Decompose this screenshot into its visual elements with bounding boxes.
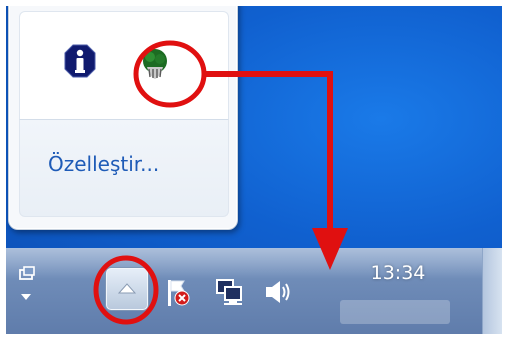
annotation-overlay — [93, 40, 348, 325]
annotation-arrow-line — [204, 71, 333, 238]
annotation-arrowhead — [312, 228, 348, 270]
highlight-circle-app-icon — [133, 40, 207, 108]
highlight-circle-show-hidden — [93, 255, 159, 325]
